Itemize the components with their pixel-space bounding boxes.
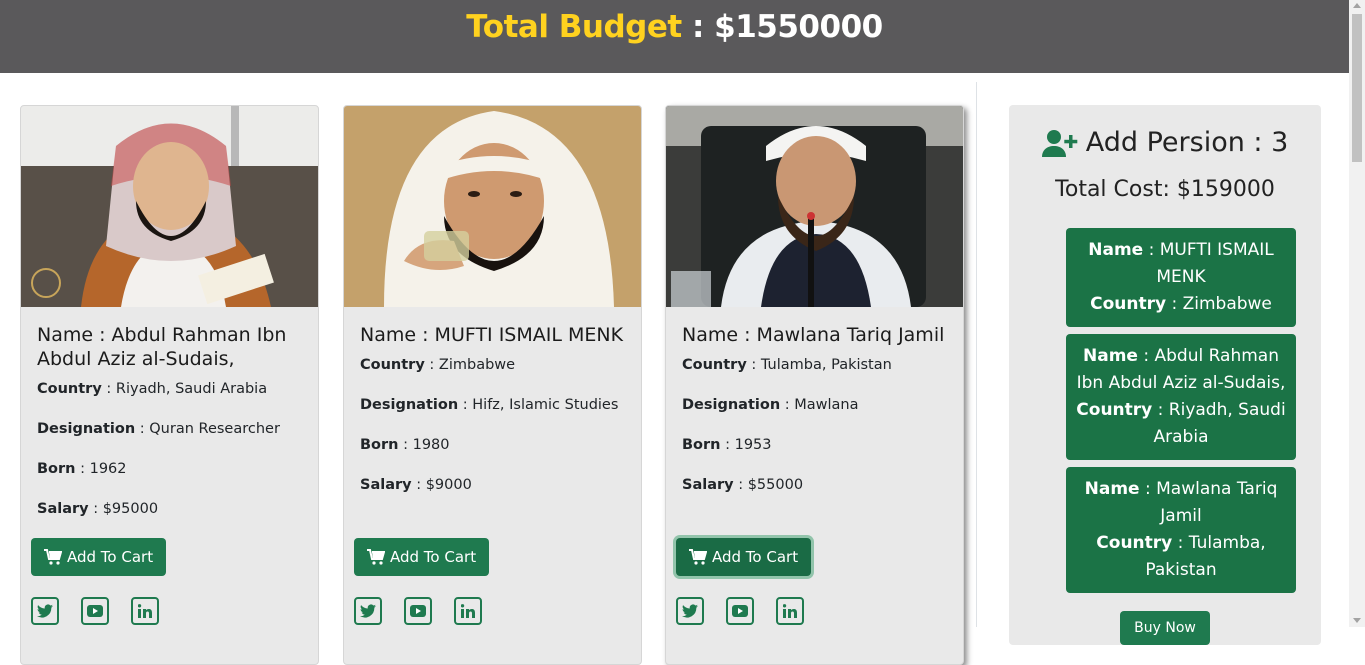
twitter-icon[interactable] [676,597,704,625]
cart-icon [689,549,707,565]
person-designation: Designation : Quran Researcher [37,421,280,437]
person-country: Country : Tulamba, Pakistan [682,357,892,373]
selected-name: Name : Mawlana Tariq Jamil [1084,479,1278,526]
add-to-cart-label: Add To Cart [67,548,154,566]
cart-panel: Add Persion : 3 Total Cost: $159000 Name… [1009,105,1321,645]
panel-title-text: Add Persion : 3 [1085,127,1289,158]
person-salary: Salary : $9000 [360,477,472,493]
selected-person: Name : MUFTI ISMAIL MENK Country : Zimba… [1066,228,1296,327]
selected-country: Country : Riyadh, Saudi Arabia [1076,400,1286,447]
selected-person: Name : Abdul Rahman Ibn Abdul Aziz al-Su… [1066,334,1296,460]
add-to-cart-button[interactable]: Add To Cart [676,538,812,576]
selected-person: Name : Mawlana Tariq Jamil Country : Tul… [1066,467,1296,593]
page-scrollbar[interactable] [1349,0,1365,627]
person-salary: Salary : $95000 [37,501,159,517]
twitter-icon[interactable] [354,597,382,625]
person-born: Born : 1980 [360,437,450,453]
linkedin-icon[interactable] [776,597,804,625]
person-born: Born : 1953 [682,437,772,453]
cart-icon [367,549,385,565]
person-name: Name : Abdul Rahman Ibn Abdul Aziz al-Su… [37,324,287,370]
person-card: Name : Abdul Rahman Ibn Abdul Aziz al-Su… [20,105,319,665]
scrollbar-thumb[interactable] [1352,14,1362,162]
selected-country: Country : Zimbabwe [1090,294,1272,314]
youtube-icon[interactable] [81,597,109,625]
selected-country: Country : Tulamba, Pakistan [1096,533,1266,580]
person-born: Born : 1962 [37,461,127,477]
cart-icon [44,549,62,565]
person-designation: Designation : Hifz, Islamic Studies [360,397,619,413]
person-designation: Designation : Mawlana [682,397,859,413]
person-country: Country : Zimbabwe [360,357,516,373]
scroll-up-arrow-icon[interactable] [1353,3,1361,8]
add-to-cart-label: Add To Cart [712,548,799,566]
add-to-cart-button[interactable]: Add To Cart [354,538,490,576]
selected-name: Name : Abdul Rahman Ibn Abdul Aziz al-Su… [1076,346,1286,393]
person-card: Name : MUFTI ISMAIL MENK Country : Zimba… [343,105,642,665]
person-card: Name : Mawlana Tariq Jamil Country : Tul… [665,105,964,665]
linkedin-icon[interactable] [131,597,159,625]
column-divider [976,82,977,627]
person-photo [666,106,963,307]
youtube-icon[interactable] [726,597,754,625]
buy-now-button[interactable]: Buy Now [1120,611,1210,645]
budget-title: Total Budget : $1550000 [0,0,1349,55]
person-salary: Salary : $55000 [682,477,804,493]
person-name: Name : MUFTI ISMAIL MENK [360,324,624,346]
social-links [31,597,159,625]
linkedin-icon[interactable] [454,597,482,625]
budget-value: $1550000 [714,9,883,45]
person-photo [21,106,318,307]
add-to-cart-label: Add To Cart [390,548,477,566]
person-photo [344,106,641,307]
budget-separator: : [681,9,715,45]
social-links [354,597,482,625]
user-plus-icon [1041,129,1078,157]
panel-title: Add Persion : 3 [1009,127,1321,158]
social-links [676,597,804,625]
budget-label: Total Budget [466,9,682,45]
scroll-down-arrow-icon[interactable] [1353,618,1361,623]
person-country: Country : Riyadh, Saudi Arabia [37,381,268,397]
budget-header: Total Budget : $1550000 [0,0,1349,73]
add-to-cart-button[interactable]: Add To Cart [31,538,167,576]
twitter-icon[interactable] [31,597,59,625]
selected-name: Name : MUFTI ISMAIL MENK [1088,240,1274,287]
youtube-icon[interactable] [404,597,432,625]
person-name: Name : Mawlana Tariq Jamil [682,324,945,346]
total-cost: Total Cost: $159000 [1055,177,1275,202]
